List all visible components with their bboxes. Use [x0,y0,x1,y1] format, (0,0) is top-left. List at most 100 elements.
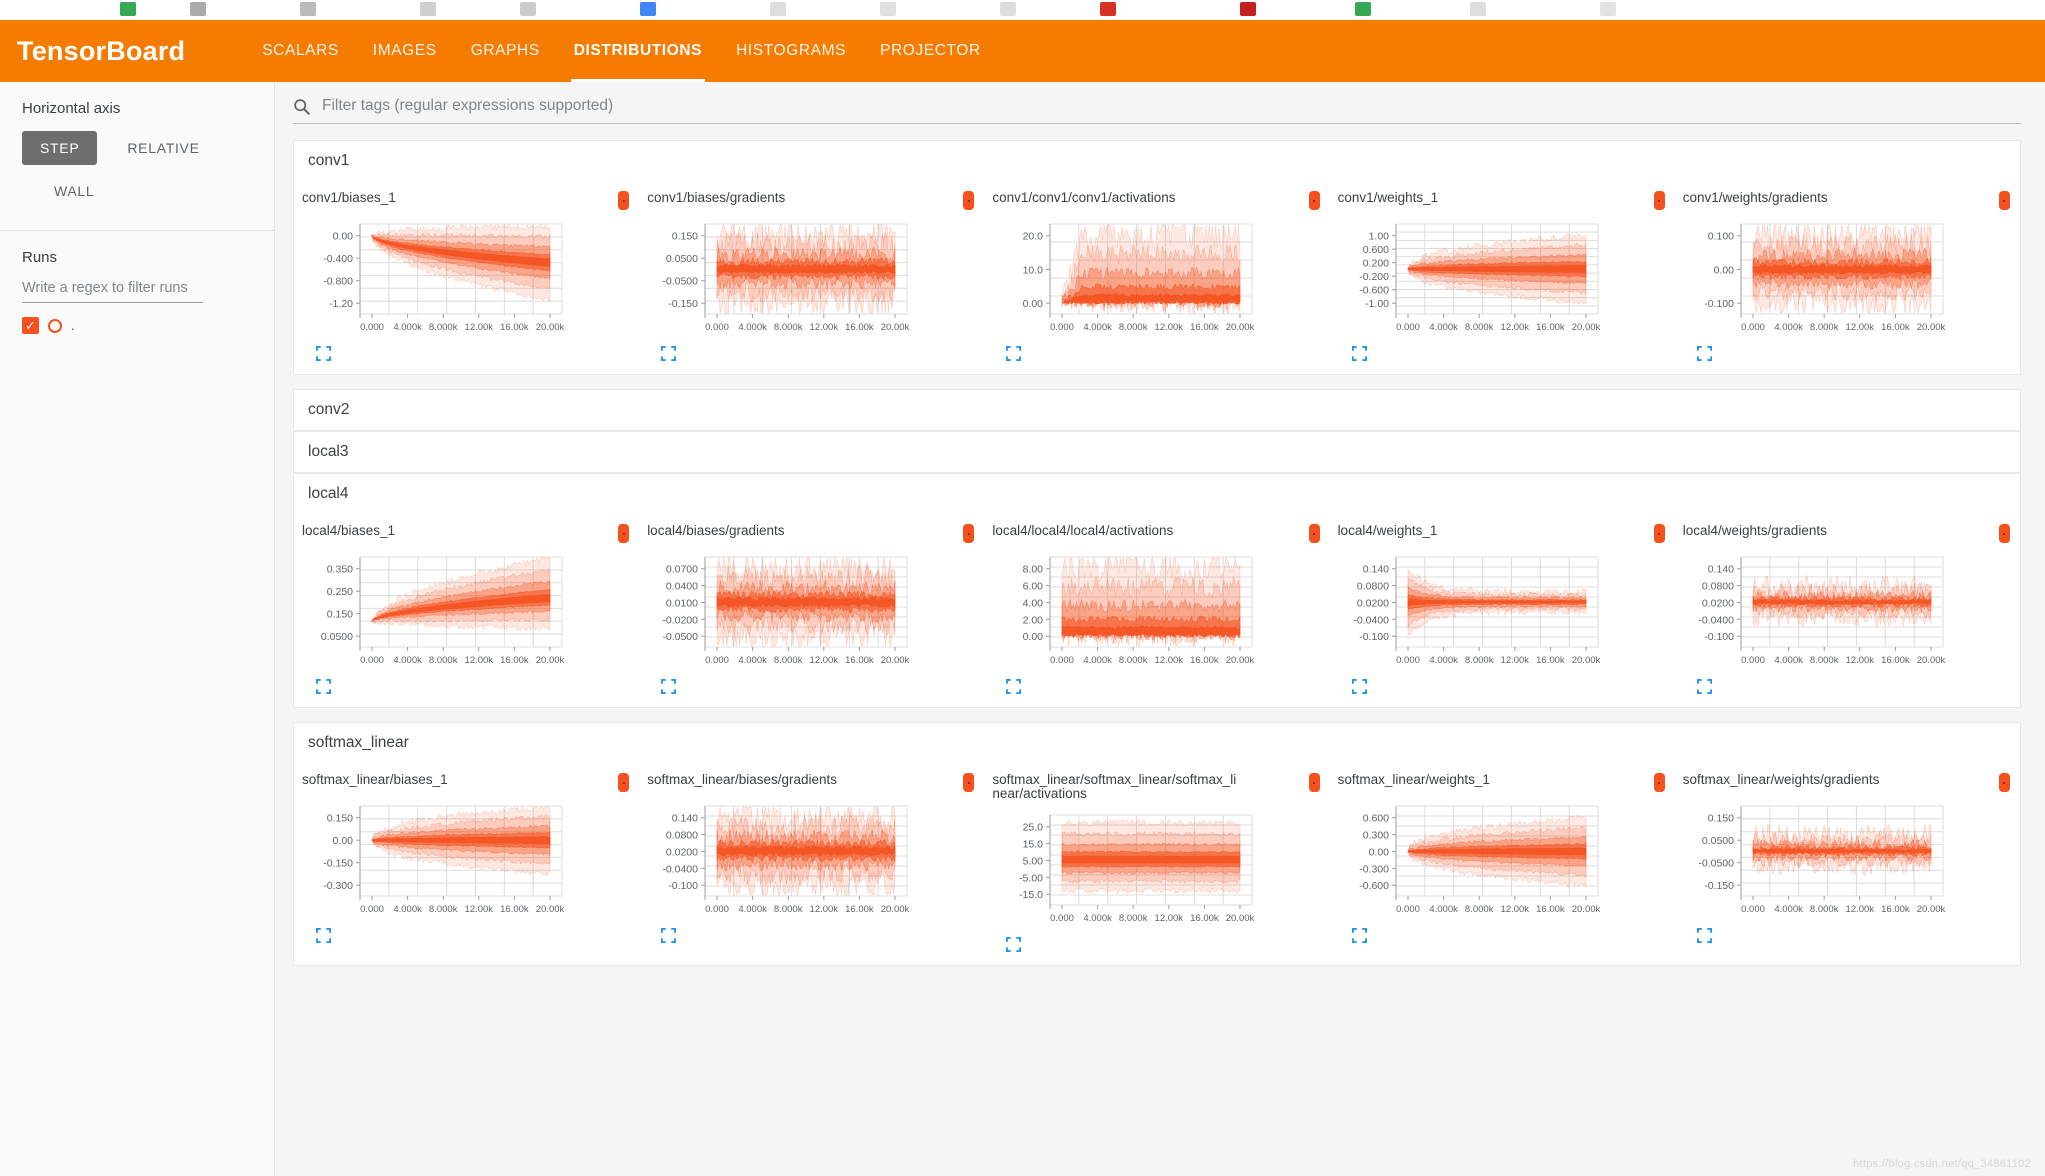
run-color-badge-icon[interactable] [963,524,975,543]
distribution-plot[interactable]: 0.140 0.0800 0.0200 -0.0400 -0.100 0.000 4.000… [647,798,978,926]
distribution-plot[interactable]: 0.150 0.0500 -0.0500 -0.150 0.000 4.000k 8.000… [1683,798,2014,926]
svg-text:20.00k: 20.00k [881,655,910,666]
svg-text:5.00: 5.00 [1023,856,1044,868]
chart-title: softmax_linear/weights/gradients [1682,772,1880,787]
category-header-conv1[interactable]: conv1 [293,140,2021,181]
svg-text:0.0700: 0.0700 [666,564,698,576]
run-color-badge-icon[interactable] [618,773,630,792]
chart-card-header: softmax_linear/weights_1 [1338,772,1669,792]
distribution-plot[interactable]: 0.140 0.0800 0.0200 -0.0400 -0.100 0.000 4.000… [1683,549,2014,677]
distribution-plot[interactable]: 0.150 0.0500 -0.0500 -0.150 0.000 4.000k 8.000… [647,216,978,344]
expand-chart-icon[interactable] [1696,679,1712,699]
expand-chart-icon[interactable] [1696,928,1712,948]
run-checkbox[interactable]: ✓ [22,317,39,334]
chart-card-header: softmax_linear/softmax_linear/softmax_li… [992,772,1323,801]
run-color-badge-icon[interactable] [1653,524,1665,543]
nav-tab-histograms[interactable]: HISTOGRAMS [719,20,863,82]
svg-text:2.00: 2.00 [1023,614,1044,626]
run-color-badge-icon[interactable] [1308,773,1320,792]
category-header-conv2[interactable]: conv2 [293,389,2021,431]
svg-text:4.000k: 4.000k [393,904,422,915]
axis-option-relative[interactable]: RELATIVE [109,131,217,165]
svg-text:16.00k: 16.00k [1191,655,1220,666]
run-color-badge-icon[interactable] [1308,524,1320,543]
svg-text:-15.0: -15.0 [1019,890,1043,902]
svg-text:20.00k: 20.00k [1226,322,1255,333]
expand-chart-icon[interactable] [661,928,677,948]
distribution-plot[interactable]: 0.140 0.0800 0.0200 -0.0400 -0.100 0.000 4.000… [1338,549,1669,677]
run-color-badge-icon[interactable] [963,191,975,210]
nav-tab-images[interactable]: IMAGES [356,20,454,82]
expand-chart-icon[interactable] [1696,346,1712,366]
expand-chart-icon[interactable] [1006,679,1022,699]
svg-text:16.00k: 16.00k [500,655,529,666]
chrome-bit [1355,2,1371,16]
run-color-badge-icon[interactable] [1653,191,1665,210]
run-color-badge-icon[interactable] [1998,191,2010,210]
chart-title: conv1/weights_1 [1337,190,1439,205]
chart-title: local4/biases_1 [302,523,396,538]
distribution-plot[interactable]: 0.0700 0.0400 0.0100 -0.0200 -0.0500 0.000 4.0… [647,549,978,677]
expand-chart-icon[interactable] [661,346,677,366]
chrome-bit [120,2,136,16]
nav-tab-projector[interactable]: PROJECTOR [863,20,998,82]
svg-text:12.00k: 12.00k [1155,655,1184,666]
svg-text:4.000k: 4.000k [1084,322,1113,333]
run-color-badge-icon[interactable] [1308,191,1320,210]
distribution-plot[interactable]: 25.0 15.0 5.00 -5.00 -15.0 0.000 4.000k 8.000k 1… [992,807,1323,935]
distribution-plot[interactable]: 0.150 0.00 -0.150 -0.300 0.000 4.000k 8.000k 12… [302,798,633,926]
run-color-badge-icon[interactable] [1653,773,1665,792]
svg-text:4.000k: 4.000k [393,655,422,666]
svg-text:20.00k: 20.00k [1916,904,1945,915]
svg-text:16.00k: 16.00k [1881,904,1910,915]
svg-text:20.0: 20.0 [1023,231,1044,243]
chart-card: conv1/biases/gradients 0.150 0.0500 -0.0500… [639,181,984,368]
distribution-plot[interactable]: 0.00 -0.400 -0.800 -1.20 0.000 4.000k 8.000k 12… [302,216,633,344]
svg-text:20.00k: 20.00k [1571,655,1600,666]
axis-option-step[interactable]: STEP [22,131,98,165]
distribution-plot[interactable]: 0.100 0.00 -0.100 0.000 4.000k 8.000k 12.00k 16… [1683,216,2014,344]
chart-card-header: conv1/biases_1 [302,190,633,210]
axis-option-wall[interactable]: WALL [36,174,112,208]
svg-text:0.350: 0.350 [327,564,353,576]
svg-text:8.000k: 8.000k [1119,655,1148,666]
svg-text:-0.0500: -0.0500 [663,631,699,643]
nav-tab-scalars[interactable]: SCALARS [245,20,356,82]
distribution-plot[interactable]: 1.00 0.600 0.200 -0.200 -0.600 -1.00 0.000 4.00… [1338,216,1669,344]
expand-chart-icon[interactable] [1006,937,1022,957]
svg-text:0.000: 0.000 [705,322,729,333]
svg-text:0.0200: 0.0200 [666,846,698,858]
expand-chart-icon[interactable] [1351,346,1367,366]
runs-filter-input[interactable] [22,278,203,303]
run-color-badge-icon[interactable] [1998,524,2010,543]
distribution-plot[interactable]: 20.0 10.0 0.00 0.000 4.000k 8.000k 12.00k 16.00… [992,216,1323,344]
tag-filter-input[interactable] [320,96,2021,116]
charts-scroll-area[interactable]: conv1 conv1/biases_1 0.00 -0.400 -0.800 -1.20… [275,124,2045,967]
run-color-badge-icon[interactable] [618,524,630,543]
tensorboard-logo[interactable]: TensorBoard [17,36,185,67]
svg-text:8.000k: 8.000k [1464,322,1493,333]
category-header-softmax_linear[interactable]: softmax_linear [293,722,2021,763]
expand-chart-icon[interactable] [1351,679,1367,699]
chart-card-header: softmax_linear/biases/gradients [647,772,978,792]
chart-title: conv1/biases/gradients [647,190,786,205]
nav-tab-graphs[interactable]: GRAPHS [454,20,557,82]
distribution-plot[interactable]: 0.600 0.300 0.00 -0.300 -0.600 0.000 4.000k 8.0… [1338,798,1669,926]
run-list-item[interactable]: ✓ . [22,317,252,334]
category-header-local4[interactable]: local4 [293,473,2021,514]
svg-text:0.000: 0.000 [1396,655,1420,666]
expand-chart-icon[interactable] [1006,346,1022,366]
nav-tab-distributions[interactable]: DISTRIBUTIONS [557,20,719,82]
expand-chart-icon[interactable] [316,928,331,948]
distribution-plot[interactable]: 0.350 0.250 0.150 0.0500 0.000 4.000k 8.000k 12… [302,549,633,677]
run-color-badge-icon[interactable] [618,191,630,210]
category-header-local3[interactable]: local3 [293,431,2021,473]
expand-chart-icon[interactable] [316,346,331,366]
chart-card-header: local4/local4/local4/activations [992,523,1323,543]
expand-chart-icon[interactable] [316,679,331,699]
run-color-badge-icon[interactable] [963,773,975,792]
run-color-badge-icon[interactable] [1998,773,2010,792]
distribution-plot[interactable]: 8.00 6.00 4.00 2.00 0.00 0.000 4.000k 8.000k 12.… [992,549,1323,677]
expand-chart-icon[interactable] [1351,928,1367,948]
expand-chart-icon[interactable] [661,679,677,699]
